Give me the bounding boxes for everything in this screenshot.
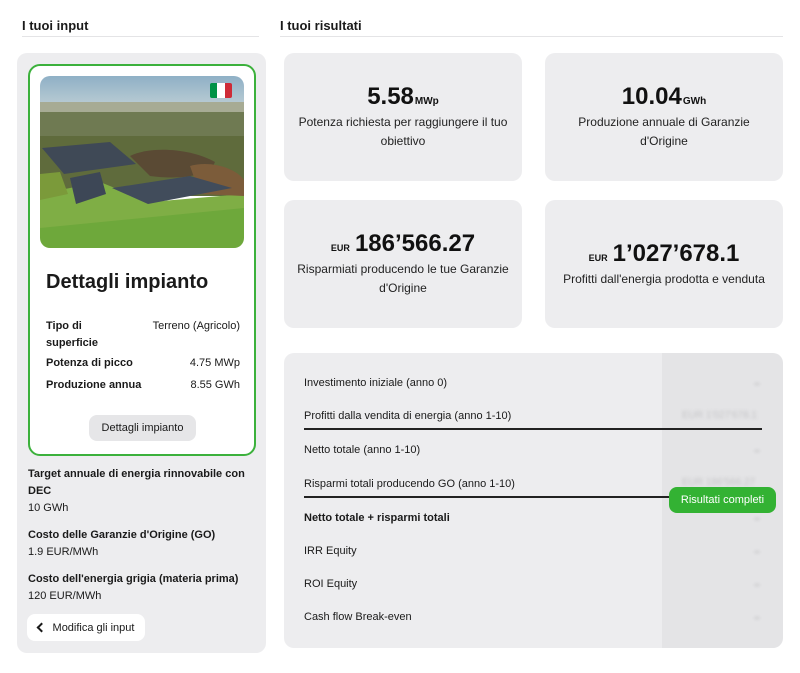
table-labels-column xyxy=(284,353,662,648)
hidden-value xyxy=(754,550,760,554)
hidden-value xyxy=(754,382,760,386)
metric-value: EUR 186’566.27 xyxy=(331,230,475,258)
italy-flag-icon xyxy=(210,83,232,98)
inputs-divider xyxy=(22,36,259,37)
metric-number: 186’566.27 xyxy=(354,230,476,257)
table-row: Risparmi totali producendo GO (anno 1-10… xyxy=(304,478,515,490)
detail-label: Produzione annua xyxy=(46,379,142,391)
param-label: Costo delle Garanzie d'Origine (GO) xyxy=(28,529,216,541)
solar-farm-image xyxy=(40,76,244,248)
metric-currency: EUR xyxy=(588,252,608,263)
plant-details-button[interactable]: Dettagli impianto xyxy=(89,415,196,441)
table-row: IRR Equity xyxy=(304,545,357,557)
hidden-value: EUR 1'027'678.1 xyxy=(682,410,757,421)
param-value: 10 GWh xyxy=(28,502,69,514)
param-label: Target annuale di energia rinnovabile co… xyxy=(28,468,245,497)
plant-photo xyxy=(40,76,244,248)
detail-label: Tipo di superficie xyxy=(46,320,98,349)
results-section-title: I tuoi risultati xyxy=(280,18,362,33)
param-grey-energy-cost: Costo dell'energia grigia (materia prima… xyxy=(28,571,258,605)
edit-inputs-label: Modifica gli input xyxy=(52,621,135,634)
table-row: Profitti dalla vendita di energia (anno … xyxy=(304,410,512,422)
table-row: Investimento iniziale (anno 0) xyxy=(304,377,448,389)
metric-number: 10.04 xyxy=(621,83,682,110)
results-table: Investimento iniziale (anno 0) Profitti … xyxy=(284,353,783,648)
param-label: Costo dell'energia grigia (materia prima… xyxy=(28,573,239,585)
metric-label: Potenza richiesta per raggiungere il tuo… xyxy=(298,115,508,148)
table-row: Netto totale (anno 1-10) xyxy=(304,444,421,456)
detail-row-surface-type: Tipo di superficie Terreno (Agricolo) xyxy=(46,318,240,352)
metric-value: 10.04 GWh xyxy=(622,83,706,111)
hidden-value xyxy=(754,517,760,521)
metric-label: Risparmiati producendo le tue Garanzie d… xyxy=(297,262,509,295)
result-card-energy-profits: EUR 1’027’678.1 Profitti dall'energia pr… xyxy=(545,200,783,328)
result-card-go-production: 10.04 GWh Produzione annuale di Garanzie… xyxy=(545,53,783,181)
results-divider xyxy=(280,36,783,37)
edit-inputs-button[interactable]: Modifica gli input xyxy=(27,614,145,641)
table-row: ROI Equity xyxy=(304,578,358,590)
metric-label: Profitti dall'energia prodotta e venduta xyxy=(563,271,765,286)
hidden-value xyxy=(754,583,760,587)
table-row: Netto totale + risparmi totali xyxy=(304,512,450,524)
metric-value: 5.58 MWp xyxy=(367,83,439,111)
hidden-value xyxy=(754,449,760,453)
inputs-panel: Dettagli impianto Tipo di superficie Ter… xyxy=(17,53,266,653)
param-value: 120 EUR/MWh xyxy=(28,590,102,602)
inputs-section-title: I tuoi input xyxy=(22,18,89,33)
detail-row-peak-power: Potenza di picco 4.75 MWp xyxy=(46,355,240,372)
result-card-required-power: 5.58 MWp Potenza richiesta per raggiunge… xyxy=(284,53,522,181)
metric-value: EUR 1’027’678.1 xyxy=(589,240,740,268)
table-row: Cash flow Break-even xyxy=(304,611,412,623)
plant-details-card: Dettagli impianto Tipo di superficie Ter… xyxy=(28,64,256,456)
detail-value: 4.75 MWp xyxy=(189,357,240,369)
plant-card-title: Dettagli impianto xyxy=(46,271,209,293)
metric-number: 1’027’678.1 xyxy=(612,239,740,267)
metric-number: 5.58 xyxy=(367,83,414,110)
row-divider xyxy=(304,428,762,430)
detail-value: 8.55 GWh xyxy=(190,379,240,391)
detail-value: Terreno (Agricolo) xyxy=(152,320,240,332)
full-results-button[interactable]: Risultati completi xyxy=(669,487,776,513)
detail-row-annual-production: Produzione annua 8.55 GWh xyxy=(46,377,240,394)
metric-unit: GWh xyxy=(682,96,707,107)
param-value: 1.9 EUR/MWh xyxy=(28,546,99,558)
param-go-cost: Costo delle Garanzie d'Origine (GO) 1.9 … xyxy=(28,527,258,561)
metric-unit: MWp xyxy=(414,96,439,107)
chevron-left-icon xyxy=(36,622,46,633)
metric-currency: EUR xyxy=(330,243,350,253)
metric-label: Produzione annuale di Garanzie d'Origine xyxy=(578,115,750,148)
param-renewable-target: Target annuale di energia rinnovabile co… xyxy=(28,466,258,517)
result-card-go-savings: EUR 186’566.27 Risparmiati producendo le… xyxy=(284,200,522,328)
detail-label: Potenza di picco xyxy=(46,357,133,369)
hidden-value xyxy=(754,616,760,620)
